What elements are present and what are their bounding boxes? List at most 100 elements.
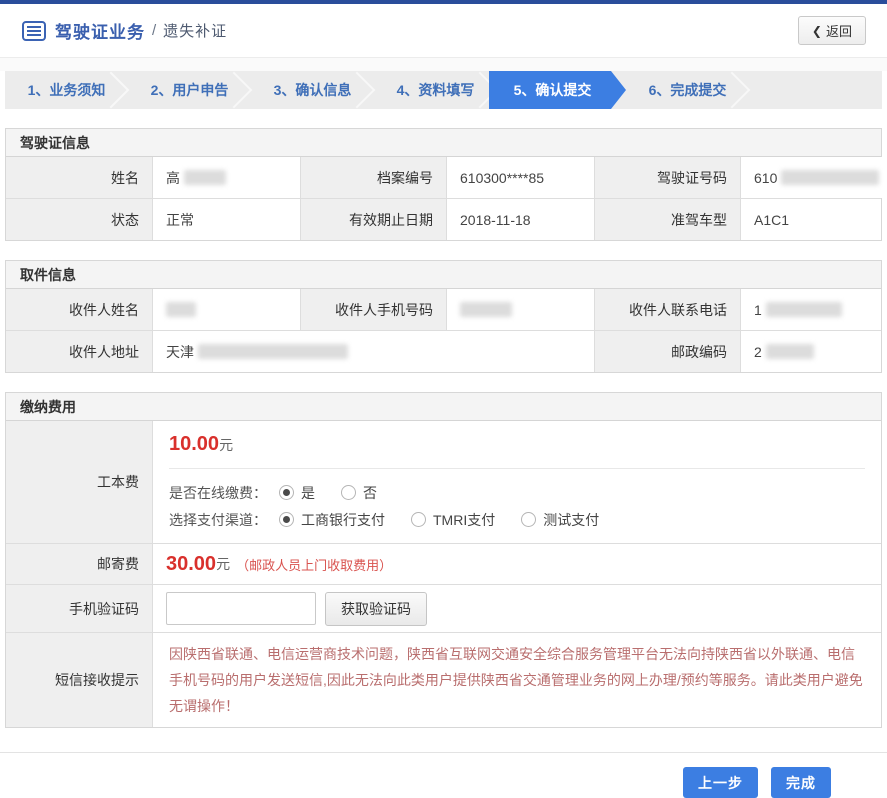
field-value-expiry-date: 2018-11-18 (446, 199, 594, 240)
production-fee-content: 10.00元 是否在线缴费： 是否 选择支付渠道： 工商银行支付TMRI支付测试… (152, 421, 881, 543)
field-value-name: 高 (152, 157, 300, 198)
redacted-text (460, 302, 512, 317)
payment-channel-radio-group: 工商银行支付 TMRI支付 测试支付 (279, 510, 625, 530)
stepper-step-1[interactable]: 1、业务须知 (5, 71, 128, 109)
section-pickup-info: 取件信息 收件人姓名 收件人手机号码 收件人联系电话 1 收件人地址 天津 邮政… (5, 260, 882, 373)
radio-button-icon[interactable] (341, 485, 356, 500)
radio-button-icon[interactable] (411, 512, 426, 527)
field-value-recipient-name (152, 289, 300, 330)
field-label-name: 姓名 (6, 157, 152, 198)
back-button[interactable]: ❮ 返回 (798, 16, 866, 45)
step-label: 5、确认提交 (514, 80, 592, 100)
step-label: 1、业务须知 (28, 80, 106, 100)
radio-option-label: TMRI支付 (433, 510, 495, 530)
redacted-text (198, 344, 348, 359)
radio-option-label: 工商银行支付 (301, 510, 385, 530)
section-fees: 缴纳费用 工本费 10.00元 是否在线缴费： 是否 选择支付渠道： 工商银行支… (5, 392, 882, 728)
header-gap (0, 58, 887, 71)
field-label-status: 状态 (6, 199, 152, 240)
back-button-label: 返回 (826, 21, 852, 40)
fee-unit: 元 (216, 554, 230, 574)
table-row-postage-fee: 邮寄费 30.00元 （邮政人员上门收取费用） (6, 543, 881, 584)
field-label-postage-fee: 邮寄费 (6, 544, 152, 584)
table-row-sms-note: 短信接收提示 因陕西省联通、电信运营商技术问题，陕西省互联网交通安全综合服务管理… (6, 632, 881, 727)
field-value-recipient-address: 天津 (152, 331, 594, 372)
field-label-sms-note: 短信接收提示 (6, 633, 152, 727)
redacted-text (781, 170, 879, 185)
table-row-verification-code: 手机验证码 获取验证码 (6, 584, 881, 632)
radio-button-icon[interactable] (279, 485, 294, 500)
field-label-recipient-mobile: 收件人手机号码 (300, 289, 446, 330)
chevron-left-icon: ❮ (812, 24, 822, 38)
fee-amount-line: 10.00元 (169, 433, 865, 456)
field-label-license-number: 驾驶证号码 (594, 157, 740, 198)
footer-actions: 上一步 完成 (0, 767, 887, 798)
payment-channel-question: 选择支付渠道： (169, 510, 267, 530)
finish-button[interactable]: 完成 (771, 767, 831, 798)
payment-channel-question-row: 选择支付渠道： 工商银行支付 TMRI支付 测试支付 (169, 506, 865, 533)
section-title: 取件信息 (6, 261, 881, 289)
page-header: 驾驶证业务 / 遗失补证 ❮ 返回 (0, 4, 887, 58)
online-payment-radio-group: 是否 (279, 483, 403, 503)
field-value-recipient-phone: 1 (740, 289, 881, 330)
field-label-postal-code: 邮政编码 (594, 331, 740, 372)
stepper-step-5[interactable]: 5、确认提交 (489, 71, 626, 109)
radio-button-icon[interactable] (521, 512, 536, 527)
field-value-status: 正常 (152, 199, 300, 240)
verification-code-input[interactable] (166, 592, 316, 625)
field-value-postal-code: 2 (740, 331, 881, 372)
field-label-verification-code: 手机验证码 (6, 585, 152, 632)
field-value-vehicle-class: A1C1 (740, 199, 881, 240)
stepper-step-6[interactable]: 6、完成提交 (626, 71, 749, 109)
fee-amount: 30.00 (166, 553, 216, 576)
table-row: 姓名 高 档案编号 610300****85 驾驶证号码 610 (6, 157, 881, 198)
field-label-expiry-date: 有效期止日期 (300, 199, 446, 240)
step-label: 4、资料填写 (397, 80, 475, 100)
field-label-recipient-phone: 收件人联系电话 (594, 289, 740, 330)
table-row-production-fee: 工本费 10.00元 是否在线缴费： 是否 选择支付渠道： 工商银行支付TMRI… (6, 421, 881, 543)
radio-option[interactable]: 工商银行支付 (279, 510, 385, 530)
field-label-recipient-address: 收件人地址 (6, 331, 152, 372)
field-value-license-number: 610 (740, 157, 887, 198)
field-label-file-number: 档案编号 (300, 157, 446, 198)
field-value-recipient-mobile (446, 289, 594, 330)
divider (169, 468, 865, 469)
radio-option[interactable]: 否 (341, 483, 377, 503)
section-license-info: 驾驶证信息 姓名 高 档案编号 610300****85 驾驶证号码 610 状… (5, 128, 882, 241)
stepper-step-4[interactable]: 4、资料填写 (374, 71, 497, 109)
step-label: 6、完成提交 (649, 80, 727, 100)
fee-unit: 元 (219, 437, 233, 453)
document-list-icon (22, 21, 46, 41)
previous-step-button[interactable]: 上一步 (683, 767, 758, 798)
step-label: 3、确认信息 (274, 80, 352, 100)
redacted-text (766, 344, 814, 359)
breadcrumb-current: 遗失补证 (163, 20, 227, 41)
sms-note-text: 因陕西省联通、电信运营商技术问题，陕西省互联网交通安全综合服务管理平台无法向持陕… (152, 633, 881, 727)
radio-option-label: 测试支付 (543, 510, 599, 530)
section-title: 驾驶证信息 (6, 129, 881, 157)
step-label: 2、用户申告 (151, 80, 229, 100)
field-label-recipient-name: 收件人姓名 (6, 289, 152, 330)
redacted-text (766, 302, 842, 317)
postage-fee-note: （邮政人员上门收取费用） (236, 555, 392, 574)
field-value-file-number: 610300****85 (446, 157, 594, 198)
page-title: 驾驶证业务 (55, 18, 145, 43)
get-verification-code-button[interactable]: 获取验证码 (325, 592, 427, 626)
section-title: 缴纳费用 (6, 393, 881, 421)
online-payment-question-row: 是否在线缴费： 是否 (169, 479, 865, 506)
stepper-step-2[interactable]: 2、用户申告 (128, 71, 251, 109)
stepper-step-3[interactable]: 3、确认信息 (251, 71, 374, 109)
radio-option[interactable]: 测试支付 (521, 510, 599, 530)
table-row: 收件人姓名 收件人手机号码 收件人联系电话 1 (6, 289, 881, 330)
radio-option-label: 是 (301, 483, 315, 503)
fee-amount: 10.00 (169, 433, 219, 455)
postage-fee-content: 30.00元 （邮政人员上门收取费用） (152, 544, 881, 584)
radio-option[interactable]: 是 (279, 483, 315, 503)
radio-option-label: 否 (363, 483, 377, 503)
radio-button-icon[interactable] (279, 512, 294, 527)
table-row: 状态 正常 有效期止日期 2018-11-18 准驾车型 A1C1 (6, 198, 881, 240)
radio-option[interactable]: TMRI支付 (411, 510, 495, 530)
bottom-divider (0, 752, 887, 753)
verification-code-content: 获取验证码 (152, 585, 881, 632)
field-label-production-fee: 工本费 (6, 421, 152, 543)
